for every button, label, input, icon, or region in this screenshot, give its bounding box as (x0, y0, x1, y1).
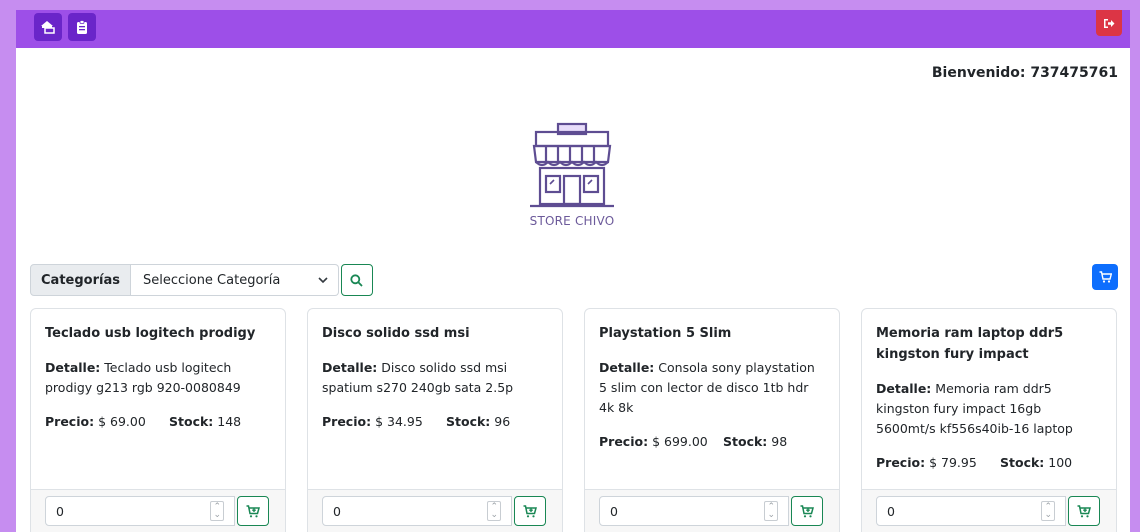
product-card: Memoria ram laptop ddr5 kingston fury im… (861, 308, 1117, 532)
clipboard-icon (77, 19, 87, 34)
category-select-value: Seleccione Categoría (142, 272, 281, 288)
welcome-text: Bienvenido: 737475761 (931, 65, 1118, 81)
top-navbar (16, 10, 1130, 48)
stock-value: 100 (1048, 455, 1073, 470)
cart-plus-icon (246, 504, 260, 517)
add-to-cart-button[interactable] (514, 496, 546, 526)
product-stock: Stock: 100 (1000, 453, 1072, 473)
product-stock: Stock: 96 (446, 412, 510, 432)
product-card: Disco solido ssd msi Detalle: Disco soli… (307, 308, 563, 532)
detail-label: Detalle: (876, 381, 932, 396)
product-price: Precio: $ 69.00 (45, 412, 169, 432)
product-card: Playstation 5 Slim Detalle: Consola sony… (584, 308, 840, 532)
cart-plus-icon (523, 504, 537, 517)
stock-value: 98 (771, 434, 788, 449)
category-select[interactable]: Seleccione Categoría (130, 264, 339, 296)
price-label: Precio: (322, 414, 372, 429)
card-footer: 0 ⌃ ⌄ (585, 489, 839, 532)
cart-plus-icon (1077, 504, 1091, 517)
store-name: STORE CHIVO (529, 214, 615, 228)
add-to-cart-button[interactable] (237, 496, 269, 526)
stock-label: Stock: (446, 414, 491, 429)
quantity-stepper[interactable]: ⌃ ⌄ (210, 501, 224, 521)
add-to-cart-button[interactable] (1068, 496, 1100, 526)
detail-label: Detalle: (599, 360, 655, 375)
logout-icon (1104, 18, 1115, 28)
search-button[interactable] (340, 264, 373, 296)
price-label: Precio: (599, 434, 649, 449)
quantity-value: 0 (610, 503, 618, 519)
quantity-input[interactable]: 0 ⌃ ⌄ (45, 496, 235, 526)
add-to-cart-button[interactable] (791, 496, 823, 526)
product-card: Teclado usb logitech prodigy Detalle: Te… (30, 308, 286, 532)
cart-plus-icon (800, 504, 814, 517)
product-stock: Stock: 148 (169, 412, 241, 432)
logout-button[interactable] (1096, 10, 1122, 36)
quantity-stepper[interactable]: ⌃ ⌄ (487, 501, 501, 521)
product-price: Precio: $ 79.95 (876, 453, 1000, 473)
product-title: Playstation 5 Slim (599, 326, 732, 341)
price-value: $ 79.95 (929, 455, 977, 470)
stock-label: Stock: (723, 434, 768, 449)
price-label: Precio: (876, 455, 926, 470)
price-value: $ 699.00 (652, 434, 708, 449)
home-store-icon (41, 21, 55, 34)
storefront-icon (530, 122, 614, 208)
quantity-value: 0 (56, 503, 64, 519)
category-label: Categorías (30, 264, 131, 296)
orders-button[interactable] (68, 13, 96, 41)
chevron-down-icon (318, 276, 328, 283)
quantity-value: 0 (887, 503, 895, 519)
stock-value: 148 (217, 414, 242, 429)
quantity-stepper[interactable]: ⌃ ⌄ (1041, 501, 1055, 521)
detail-label: Detalle: (322, 360, 378, 375)
detail-label: Detalle: (45, 360, 101, 375)
product-detail: Detalle: Memoria ram ddr5 kingston fury … (876, 379, 1102, 439)
quantity-input[interactable]: 0 ⌃ ⌄ (876, 496, 1066, 526)
product-price: Precio: $ 699.00 (599, 432, 723, 452)
product-price: Precio: $ 34.95 (322, 412, 446, 432)
product-detail: Detalle: Teclado usb logitech prodigy g2… (45, 358, 271, 398)
cart-button[interactable] (1092, 264, 1118, 290)
card-footer: 0 ⌃ ⌄ (31, 489, 285, 532)
card-footer: 0 ⌃ ⌄ (862, 489, 1116, 532)
stock-label: Stock: (169, 414, 214, 429)
cart-icon (1099, 271, 1112, 283)
product-title: Memoria ram laptop ddr5 kingston fury im… (876, 326, 1064, 362)
store-logo: STORE CHIVO (522, 122, 622, 232)
quantity-value: 0 (333, 503, 341, 519)
price-value: $ 34.95 (375, 414, 423, 429)
product-detail: Detalle: Consola sony playstation 5 slim… (599, 358, 825, 418)
product-title: Disco solido ssd msi (322, 326, 470, 341)
product-stock: Stock: 98 (723, 432, 787, 452)
quantity-stepper[interactable]: ⌃ ⌄ (764, 501, 778, 521)
app-frame: Bienvenido: 737475761 STORE CHIVO Catego… (16, 10, 1130, 532)
price-label: Precio: (45, 414, 95, 429)
search-icon (350, 273, 364, 287)
price-value: $ 69.00 (98, 414, 146, 429)
card-footer: 0 ⌃ ⌄ (308, 489, 562, 532)
quantity-input[interactable]: 0 ⌃ ⌄ (322, 496, 512, 526)
product-title: Teclado usb logitech prodigy (45, 326, 256, 341)
home-button[interactable] (34, 13, 62, 41)
stock-label: Stock: (1000, 455, 1045, 470)
stock-value: 96 (494, 414, 511, 429)
quantity-input[interactable]: 0 ⌃ ⌄ (599, 496, 789, 526)
category-filter: Categorías Seleccione Categoría (30, 264, 373, 296)
product-detail: Detalle: Disco solido ssd msi spatium s2… (322, 358, 548, 398)
